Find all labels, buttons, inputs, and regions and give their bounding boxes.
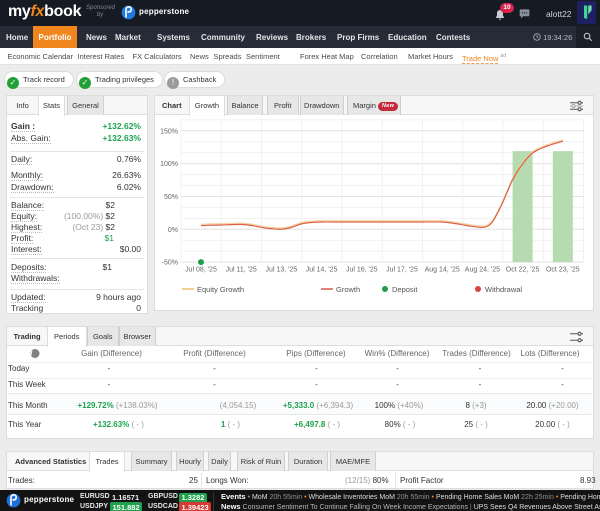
svg-text:Aug 24, '25: Aug 24, '25 bbox=[465, 267, 500, 274]
svg-text:Oct 23, '25: Oct 23, '25 bbox=[546, 267, 580, 274]
svg-text:Oct 22, '25: Oct 22, '25 bbox=[506, 267, 540, 274]
svg-text:Jul 16, '25: Jul 16, '25 bbox=[346, 267, 378, 274]
svg-text:Aug 14, '25: Aug 14, '25 bbox=[425, 267, 460, 274]
svg-text:150%: 150% bbox=[160, 128, 178, 135]
svg-text:Jul 17, '25: Jul 17, '25 bbox=[386, 267, 418, 274]
svg-text:Jul 14, '25: Jul 14, '25 bbox=[306, 267, 338, 274]
svg-text:Jul 13, '25: Jul 13, '25 bbox=[266, 267, 298, 274]
svg-text:-50%: -50% bbox=[162, 260, 178, 267]
svg-text:0%: 0% bbox=[168, 227, 178, 234]
svg-text:Jul 11, '25: Jul 11, '25 bbox=[226, 267, 257, 274]
svg-text:Jul 08, '25: Jul 08, '25 bbox=[185, 267, 217, 274]
svg-text:100%: 100% bbox=[160, 161, 178, 168]
svg-text:50%: 50% bbox=[164, 194, 178, 201]
